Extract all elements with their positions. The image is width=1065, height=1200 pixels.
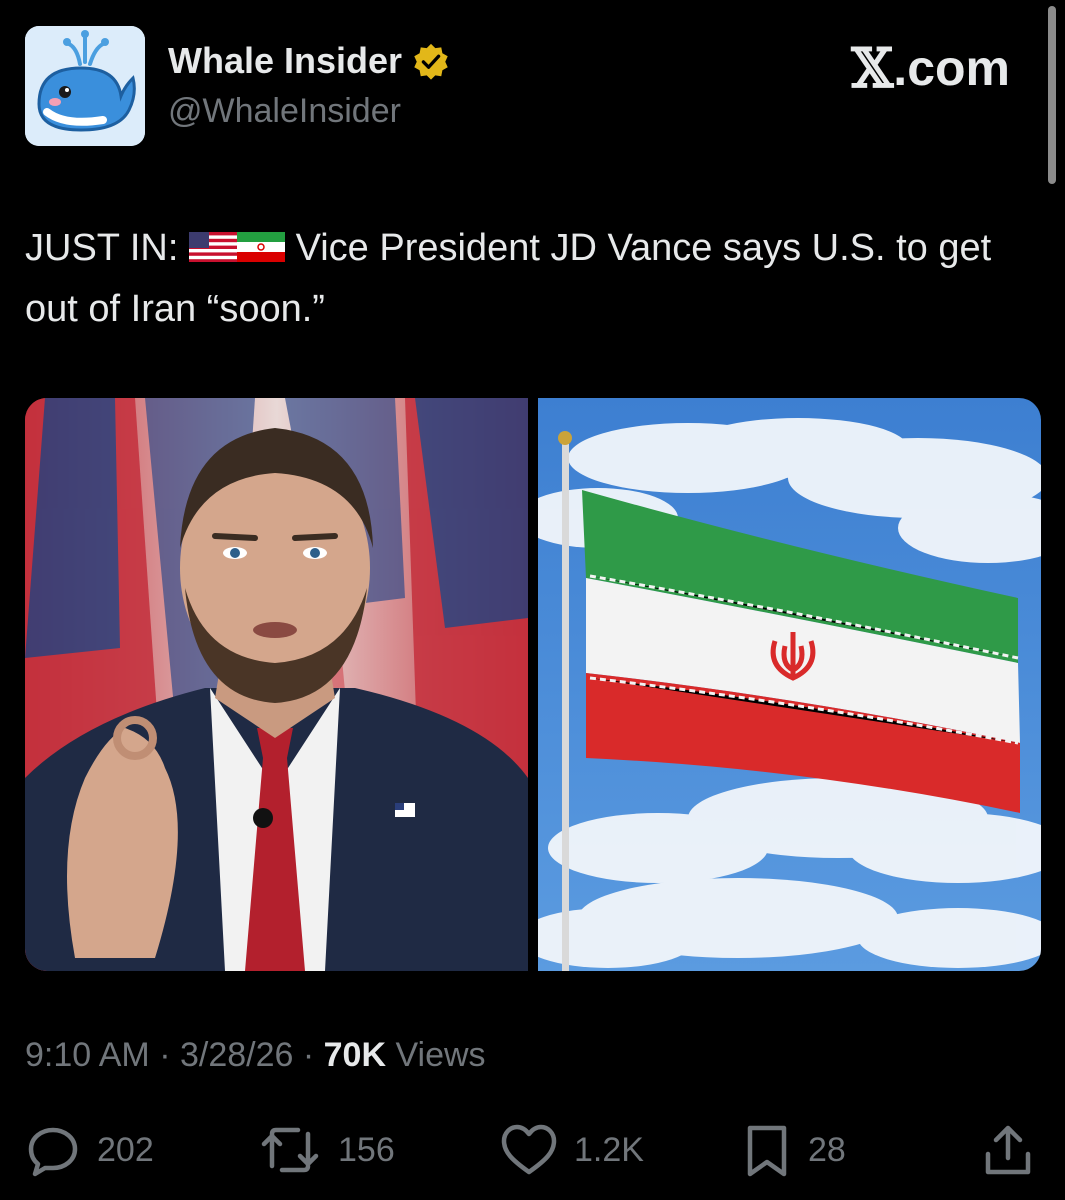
heart-icon (501, 1124, 557, 1175)
x-logo-icon: 𝕏 (851, 36, 894, 100)
photo-jd-vance[interactable] (25, 398, 528, 971)
like-count: 1.2K (574, 1130, 644, 1169)
author-name-row[interactable]: Whale Insider (168, 40, 450, 82)
reply-button[interactable]: 202 (25, 1122, 154, 1178)
share-icon (985, 1125, 1031, 1175)
person-photo-icon (25, 398, 528, 971)
brand-suffix: .com (893, 40, 1010, 96)
repost-button[interactable]: 156 (258, 1122, 395, 1178)
author-avatar[interactable] (25, 26, 145, 146)
share-button[interactable] (982, 1122, 1034, 1178)
repost-count: 156 (338, 1130, 395, 1169)
whale-logo-icon (25, 26, 145, 146)
views-label: Views (395, 1036, 486, 1074)
tweet-text: JUST IN: Vice President JD Vance says U.… (25, 218, 1035, 340)
media-grid[interactable] (25, 398, 1041, 971)
action-bar: 202 156 1.2K 28 (0, 1122, 1065, 1182)
tweet-prefix: JUST IN: (25, 227, 179, 269)
bookmark-button[interactable]: 28 (742, 1122, 846, 1178)
reply-count: 202 (97, 1130, 154, 1169)
x-com-brand: 𝕏 .com (851, 36, 1010, 100)
bookmark-count: 28 (808, 1130, 846, 1169)
views-count: 70K (323, 1036, 387, 1074)
photo-iran-flag[interactable] (538, 398, 1041, 971)
bookmark-icon (747, 1125, 787, 1177)
us-flag-icon (189, 231, 237, 262)
meta-separator: · (149, 1036, 180, 1074)
meta-separator: · (293, 1036, 324, 1074)
flag-photo-icon (538, 398, 1041, 971)
verified-badge-icon (414, 43, 448, 80)
author-name[interactable]: Whale Insider (168, 40, 402, 82)
author-handle[interactable]: @WhaleInsider (168, 92, 401, 131)
iran-flag-icon (237, 231, 285, 262)
repost-icon (261, 1127, 319, 1173)
tweet-time[interactable]: 9:10 AM (25, 1036, 150, 1074)
reply-icon (28, 1127, 78, 1177)
scrollbar[interactable] (1048, 6, 1056, 184)
tweet-meta: 9:10 AM · 3/28/26 · 70K Views (25, 1036, 486, 1075)
tweet-date[interactable]: 3/28/26 (180, 1036, 293, 1074)
like-button[interactable]: 1.2K (500, 1122, 644, 1178)
